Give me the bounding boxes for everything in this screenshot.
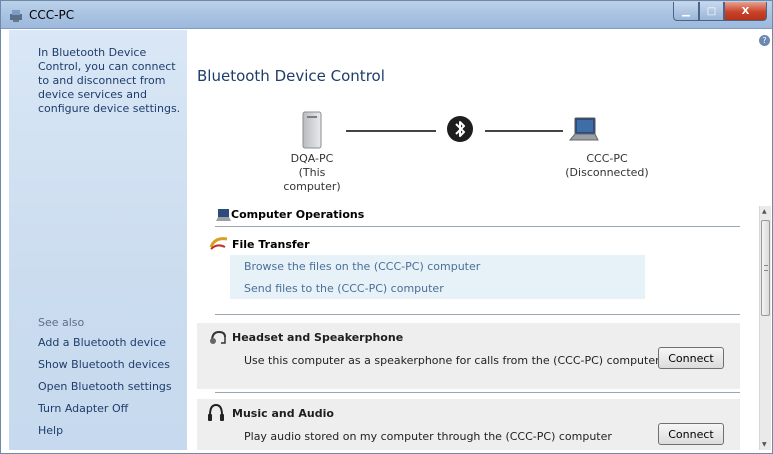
headset-service: Headset and Speakerphone Use this comput… xyxy=(197,323,740,389)
desktop-computer-icon xyxy=(302,111,322,149)
window-title: CCC-PC xyxy=(29,8,75,22)
local-device-name: DQA-PC xyxy=(290,152,334,165)
music-audio-connect-button[interactable]: Connect xyxy=(658,423,724,445)
file-transfer-links: Browse the files on the (CCC-PC) compute… xyxy=(230,255,645,299)
remote-device-label: CCC-PC (Disconnected) xyxy=(559,152,655,180)
title-bar[interactable]: CCC-PC ▁ □ X xyxy=(1,1,772,29)
bluetooth-app-icon xyxy=(10,10,22,22)
headset-divider xyxy=(215,392,740,393)
scrollbar-thumb[interactable] xyxy=(761,220,770,316)
scroll-up-arrow-icon[interactable]: ▲ xyxy=(762,208,767,215)
headphones-icon xyxy=(208,403,224,421)
local-device-status: (This computer) xyxy=(283,166,341,193)
file-transfer-divider xyxy=(215,314,740,315)
laptop-icon xyxy=(568,117,599,141)
sidebar: In Bluetooth Device Control, you can con… xyxy=(9,30,187,450)
connection-line-left xyxy=(346,130,436,132)
scroll-down-arrow-icon[interactable]: ▼ xyxy=(762,441,767,448)
computer-operations-panel: Computer Operations File Transfer Browse… xyxy=(197,206,757,450)
bluetooth-device-control-window: CCC-PC ▁ □ X In Bluetooth Device Control… xyxy=(0,0,773,454)
sidebar-description: In Bluetooth Device Control, you can con… xyxy=(38,46,181,115)
main-panel: ? Bluetooth Device Control DQA-PC (This … xyxy=(187,30,772,450)
computer-operations-header: Computer Operations xyxy=(231,208,365,221)
send-files-link[interactable]: Send files to the (CCC-PC) computer xyxy=(244,282,444,295)
maximize-button[interactable]: □ xyxy=(699,2,724,21)
show-bluetooth-devices-link[interactable]: Show Bluetooth devices xyxy=(38,358,170,371)
caption-buttons: ▁ □ X xyxy=(673,2,767,21)
file-transfer-title: File Transfer xyxy=(232,238,310,251)
operations-divider xyxy=(215,226,740,227)
connection-line-right xyxy=(485,130,563,132)
turn-adapter-off-link[interactable]: Turn Adapter Off xyxy=(38,402,128,415)
open-bluetooth-settings-link[interactable]: Open Bluetooth settings xyxy=(38,380,172,393)
music-audio-service-description: Play audio stored on my computer through… xyxy=(244,430,612,443)
close-button[interactable]: X xyxy=(724,2,767,21)
headset-service-name: Headset and Speakerphone xyxy=(232,331,404,344)
local-device-label: DQA-PC (This computer) xyxy=(271,152,353,194)
help-link[interactable]: Help xyxy=(38,424,63,437)
browse-files-link[interactable]: Browse the files on the (CCC-PC) compute… xyxy=(244,260,480,273)
remote-device-name: CCC-PC xyxy=(586,152,628,165)
music-audio-service-name: Music and Audio xyxy=(232,407,334,420)
operations-scrollbar[interactable]: ▲ ▼ xyxy=(759,206,771,450)
minimize-button[interactable]: ▁ xyxy=(673,2,699,21)
add-bluetooth-device-link[interactable]: Add a Bluetooth device xyxy=(38,336,166,349)
headset-connect-button[interactable]: Connect xyxy=(658,347,724,369)
see-also-heading: See also xyxy=(38,316,85,329)
music-audio-service: Music and Audio Play audio stored on my … xyxy=(197,399,740,450)
computer-operations-icon xyxy=(216,209,231,221)
headset-icon xyxy=(210,330,226,344)
remote-device-status: (Disconnected) xyxy=(565,166,649,179)
file-transfer-icon xyxy=(209,237,228,250)
bluetooth-icon xyxy=(447,116,473,142)
headset-service-description: Use this computer as a speakerphone for … xyxy=(244,354,660,367)
scrollbar-grip-icon xyxy=(764,265,768,271)
page-title: Bluetooth Device Control xyxy=(197,67,385,85)
help-icon[interactable]: ? xyxy=(759,35,770,46)
